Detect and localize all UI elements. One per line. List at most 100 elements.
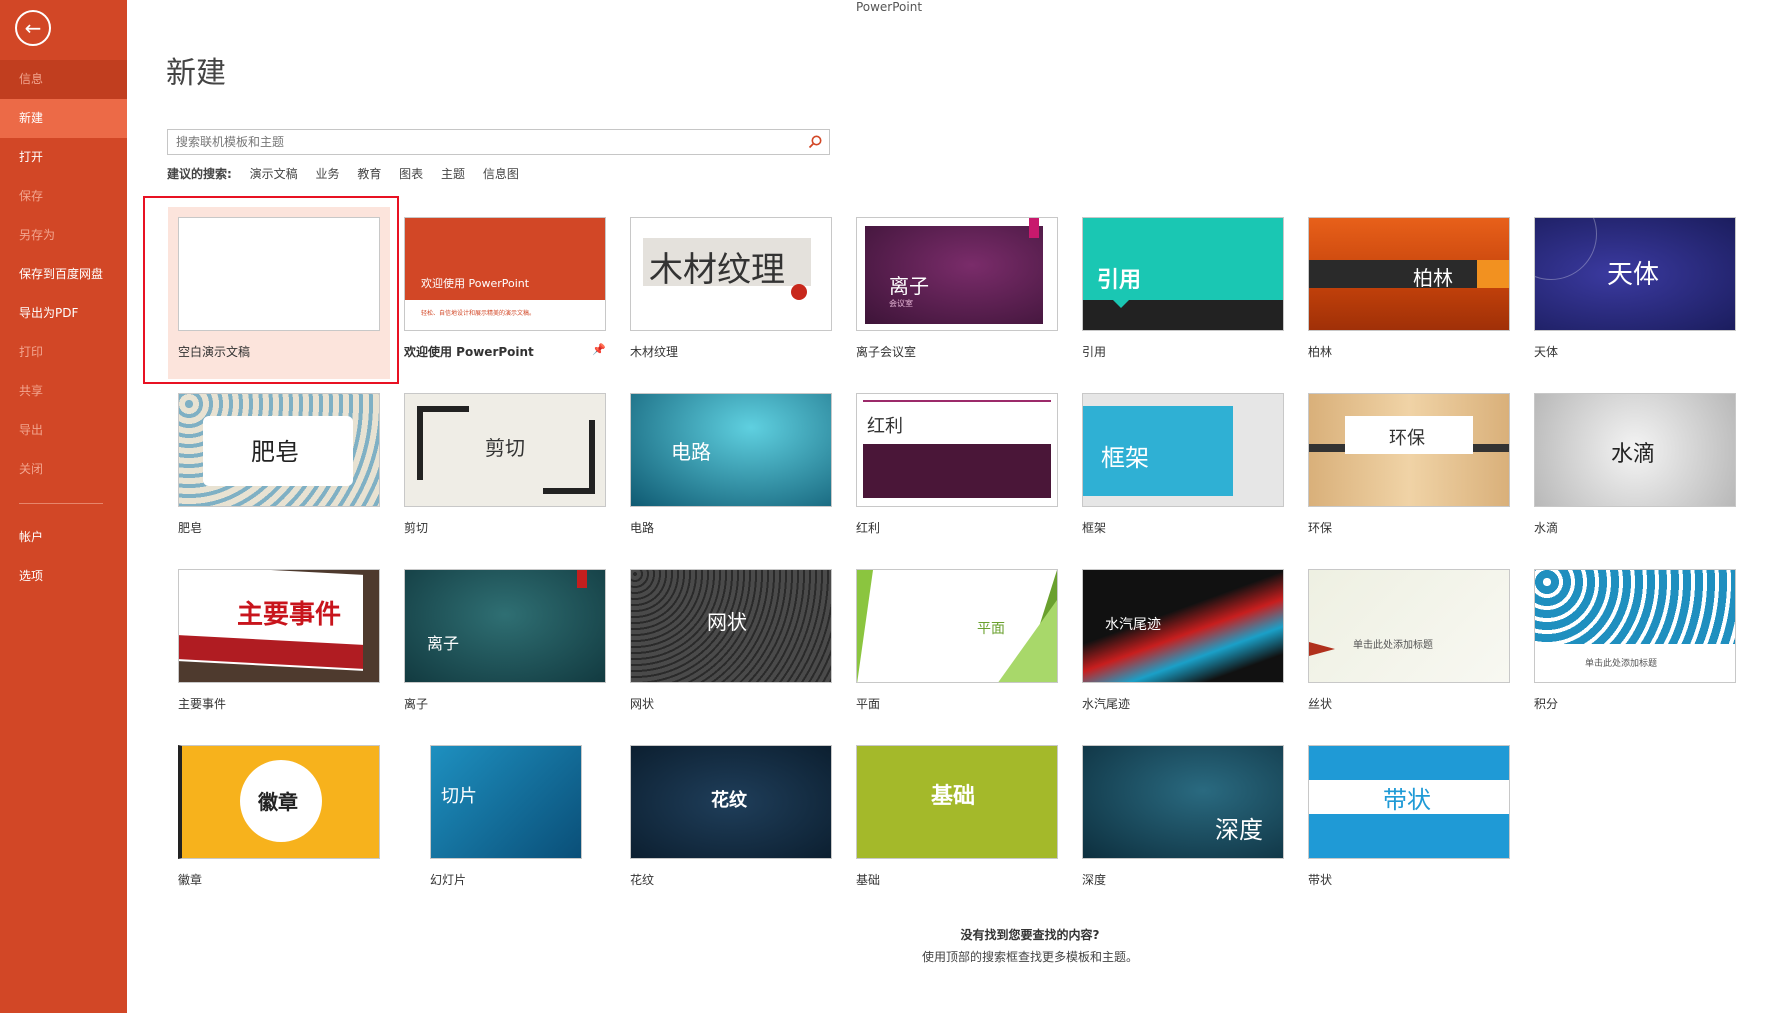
template-tile-ion[interactable]: 离子 离子 xyxy=(394,559,606,719)
template-thumbnail: 深度 xyxy=(1082,745,1284,859)
template-thumbnail: 徽章 xyxy=(178,745,380,859)
template-thumbnail: 电路 xyxy=(630,393,832,507)
thumb-title: 主要事件 xyxy=(237,600,342,630)
template-tile-basis[interactable]: 基础 基础 xyxy=(846,735,1058,895)
thumb-subtitle: 会议室 xyxy=(889,299,913,308)
thumb-title: 欢迎使用 PowerPoint xyxy=(421,277,530,290)
template-tile-main-event[interactable]: 主要事件 主要事件 xyxy=(168,559,380,719)
arrow-left-icon: ← xyxy=(24,16,42,40)
thumb-subtitle: 轻松、自信地设计和展示精美的演示文稿。 xyxy=(421,310,536,317)
template-tile-ion-boardroom[interactable]: 离子 会议室 离子会议室 xyxy=(846,207,1058,367)
template-tile-circuit[interactable]: 电路 电路 xyxy=(620,383,832,543)
template-tile-slice[interactable]: 切片 幻灯片 xyxy=(420,735,624,895)
template-tile-cut[interactable]: 剪切 剪切 xyxy=(394,383,606,543)
template-tile-frame[interactable]: 框架 框架 xyxy=(1072,383,1284,543)
nav-item-export-pdf[interactable]: 导出为PDF xyxy=(0,294,127,333)
template-label: 空白演示文稿 xyxy=(178,345,251,359)
nav-item-new[interactable]: 新建 xyxy=(0,99,127,138)
template-tile-depth[interactable]: 深度 深度 xyxy=(1072,735,1284,895)
not-found-hint: 使用顶部的搜索框查找更多模板和主题。 xyxy=(921,950,1138,964)
search-icon[interactable] xyxy=(807,134,823,150)
template-tile-eco[interactable]: 环保 环保 xyxy=(1298,383,1510,543)
template-label: 剪切 xyxy=(404,521,429,535)
template-label: 平面 xyxy=(856,697,881,711)
template-label: 花纹 xyxy=(630,873,655,887)
template-thumbnail: 环保 xyxy=(1308,393,1510,507)
template-label: 肥皂 xyxy=(178,521,203,535)
template-label: 柏林 xyxy=(1308,345,1333,359)
template-tile-quote[interactable]: 引用 引用 xyxy=(1072,207,1284,367)
template-tile-blank[interactable]: 空白演示文稿 xyxy=(168,207,390,379)
template-thumbnail: 框架 xyxy=(1082,393,1284,507)
thumb-title: 平面 xyxy=(977,621,1005,637)
template-tile-vapor-trail[interactable]: 水汽尾迹 水汽尾迹 xyxy=(1072,559,1284,719)
template-thumbnail: 红利 xyxy=(856,393,1058,507)
template-thumbnail: 木材纹理 xyxy=(630,217,832,331)
template-thumbnail: 单击此处添加标题 xyxy=(1308,569,1510,683)
nav-item-info[interactable]: 信息 xyxy=(0,60,127,99)
template-label: 离子 xyxy=(404,697,429,711)
thumb-title: 基础 xyxy=(931,784,976,809)
suggestion-link[interactable]: 演示文稿 xyxy=(250,167,298,181)
template-label: 引用 xyxy=(1082,345,1107,359)
nav-item-open[interactable]: 打开 xyxy=(0,138,127,177)
template-tile-dividend[interactable]: 红利 红利 xyxy=(846,383,1058,543)
template-tile-celestial[interactable]: 天体 天体 xyxy=(1524,207,1736,367)
thumb-title: 剪切 xyxy=(485,436,525,460)
template-label: 积分 xyxy=(1534,697,1559,711)
template-label: 框架 xyxy=(1082,521,1107,535)
template-thumbnail: 主要事件 xyxy=(178,569,380,683)
nav-item-print[interactable]: 打印 xyxy=(0,333,127,372)
pin-icon[interactable]: 📌 xyxy=(592,343,606,356)
template-label: 离子会议室 xyxy=(856,345,917,359)
template-tile-badge[interactable]: 徽章 徽章 xyxy=(168,735,380,895)
template-tile-soap[interactable]: 肥皂 肥皂 xyxy=(168,383,380,543)
template-tile-wisp[interactable]: 单击此处添加标题 丝状 xyxy=(1298,559,1510,719)
suggested-searches-label: 建议的搜索: xyxy=(167,167,232,181)
nav-item-save-to-baidu[interactable]: 保存到百度网盘 xyxy=(0,255,127,294)
template-thumbnail: 水汽尾迹 xyxy=(1082,569,1284,683)
template-tile-facet[interactable]: 平面 平面 xyxy=(846,559,1058,719)
template-tile-integral[interactable]: 单击此处添加标题 积分 xyxy=(1524,559,1736,719)
backstage-nav: 信息 新建 打开 保存 另存为 保存到百度网盘 导出为PDF 打印 共享 导出 … xyxy=(0,60,127,596)
nav-item-options[interactable]: 选项 xyxy=(0,557,127,596)
thumb-title: 肥皂 xyxy=(251,438,299,466)
template-label: 深度 xyxy=(1082,873,1107,887)
nav-item-close[interactable]: 关闭 xyxy=(0,450,127,489)
backstage-sidebar: ← 信息 新建 打开 保存 另存为 保存到百度网盘 导出为PDF 打印 共享 导… xyxy=(0,0,127,1013)
nav-item-export[interactable]: 导出 xyxy=(0,411,127,450)
template-thumbnail: 欢迎使用 PowerPoint 轻松、自信地设计和展示精美的演示文稿。 xyxy=(404,217,606,331)
nav-item-save-as[interactable]: 另存为 xyxy=(0,216,127,255)
template-thumbnail: 切片 xyxy=(430,745,582,859)
template-thumbnail xyxy=(178,217,380,331)
suggestion-link[interactable]: 主题 xyxy=(441,167,465,181)
suggestion-link[interactable]: 图表 xyxy=(399,167,423,181)
back-button[interactable]: ← xyxy=(15,10,51,46)
template-tile-mesh[interactable]: 网状 网状 xyxy=(620,559,832,719)
template-thumbnail: 水滴 xyxy=(1534,393,1736,507)
thumb-title: 水滴 xyxy=(1611,442,1656,467)
template-label: 欢迎使用 PowerPoint xyxy=(404,345,534,359)
template-thumbnail: 离子 会议室 xyxy=(856,217,1058,331)
template-thumbnail: 基础 xyxy=(856,745,1058,859)
suggestion-link[interactable]: 信息图 xyxy=(483,167,519,181)
suggestion-link[interactable]: 业务 xyxy=(315,167,339,181)
thumb-title: 离子 xyxy=(889,274,929,298)
nav-item-account[interactable]: 帐户 xyxy=(0,518,127,557)
template-tile-wood[interactable]: 木材纹理 木材纹理 xyxy=(620,207,832,367)
template-thumbnail: 天体 xyxy=(1534,217,1736,331)
thumb-title: 离子 xyxy=(427,634,460,653)
template-tile-droplet[interactable]: 水滴 水滴 xyxy=(1524,383,1736,543)
template-label: 带状 xyxy=(1308,873,1333,887)
suggestion-link[interactable]: 教育 xyxy=(357,167,381,181)
thumb-title: 单击此处添加标题 xyxy=(1585,659,1658,669)
template-tile-berlin[interactable]: 柏林 柏林 xyxy=(1298,207,1510,367)
nav-item-save[interactable]: 保存 xyxy=(0,177,127,216)
template-tile-pattern[interactable]: 花纹 花纹 xyxy=(620,735,832,895)
template-label: 水汽尾迹 xyxy=(1082,697,1131,711)
template-tile-banded[interactable]: 带状 带状 xyxy=(1298,735,1510,895)
template-tile-welcome[interactable]: 欢迎使用 PowerPoint 轻松、自信地设计和展示精美的演示文稿。 欢迎使用… xyxy=(394,207,606,367)
search-input[interactable] xyxy=(168,130,786,154)
template-label: 徽章 xyxy=(178,873,203,887)
nav-item-share[interactable]: 共享 xyxy=(0,372,127,411)
